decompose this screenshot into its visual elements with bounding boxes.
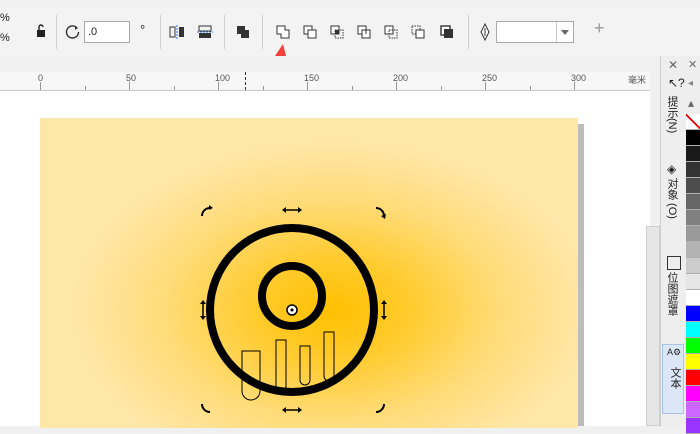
color-swatch[interactable]	[686, 146, 700, 162]
no-color-swatch[interactable]	[686, 114, 700, 130]
color-swatch[interactable]	[686, 354, 700, 370]
add-toolbar-item-button[interactable]: +	[594, 18, 605, 39]
color-swatch[interactable]	[686, 290, 700, 306]
page-shadow	[578, 124, 584, 426]
ruler-label: 50	[126, 73, 137, 83]
color-swatch[interactable]	[686, 242, 700, 258]
docker-tab-hints[interactable]: 提示(N)	[660, 96, 684, 146]
color-swatch[interactable]	[686, 178, 700, 194]
simplify-icon[interactable]	[353, 21, 375, 43]
back-minus-front-icon[interactable]	[407, 21, 429, 43]
color-swatch[interactable]	[686, 386, 700, 402]
boundary-icon[interactable]	[436, 21, 458, 43]
rotate-handle-bottom-left[interactable]	[201, 403, 211, 413]
weld-icon[interactable]	[272, 21, 294, 43]
docker-tab-bitmap-mask-label: 位图遮罩	[666, 272, 678, 316]
scale-x-percent: %	[0, 12, 10, 24]
color-swatch[interactable]	[686, 402, 700, 418]
property-bar: % % .0 ° +	[0, 8, 700, 57]
docker-tab-bitmap-mask[interactable]: 位图遮罩	[660, 272, 684, 332]
text-docker-icon: A⚙	[667, 347, 682, 357]
rotate-handle-top-right[interactable]	[375, 207, 386, 219]
rotate-handle-bottom-right[interactable]	[375, 403, 385, 413]
vertical-scrollbar[interactable]	[646, 226, 660, 426]
docker-tab-objects[interactable]: 对象 (O)	[660, 178, 684, 248]
color-swatch[interactable]	[686, 162, 700, 178]
mirror-vertical-icon[interactable]	[194, 21, 216, 43]
objects-icon: ◈	[667, 162, 677, 176]
chevron-down-icon	[556, 22, 573, 42]
close-icon[interactable]: ✕	[668, 58, 678, 72]
front-minus-back-icon[interactable]	[380, 21, 402, 43]
docker-tab-text[interactable]: A⚙ 文本	[662, 344, 684, 414]
color-swatch[interactable]	[686, 258, 700, 274]
palette-menu-icon[interactable]: ◂	[688, 78, 693, 89]
color-palette	[686, 114, 700, 434]
frame-icon	[667, 256, 681, 270]
trim-icon[interactable]	[299, 21, 321, 43]
help-icon[interactable]: ↖?	[668, 76, 685, 90]
color-swatch[interactable]	[686, 338, 700, 354]
scale-y-percent: %	[0, 32, 10, 44]
ruler-cursor-marker	[245, 72, 247, 90]
rotation-angle-input[interactable]: .0	[84, 21, 130, 43]
document-tab-bar	[0, 56, 660, 72]
skew-handle-bottom[interactable]	[282, 407, 302, 413]
ruler-unit: 毫米	[628, 75, 647, 85]
color-swatch[interactable]	[686, 418, 700, 434]
docker-tab-objects-label: 对象 (O)	[666, 178, 678, 219]
color-swatch[interactable]	[686, 274, 700, 290]
degree-symbol: °	[140, 22, 146, 37]
outline-pen-icon[interactable]	[474, 21, 496, 43]
inner-ring[interactable]	[258, 262, 326, 330]
docker-tab-text-label: 文本	[669, 367, 681, 389]
color-swatch[interactable]	[686, 322, 700, 338]
skew-handle-top[interactable]	[282, 207, 302, 213]
color-swatch[interactable]	[686, 306, 700, 322]
lock-ratio-icon[interactable]	[30, 20, 52, 42]
palette-scroll-up-icon[interactable]: ▴	[688, 96, 694, 110]
color-swatch[interactable]	[686, 210, 700, 226]
docker-tab-hints-label: 提示(N)	[666, 96, 678, 134]
skew-handle-left[interactable]	[200, 300, 206, 320]
combine-icon[interactable]	[232, 21, 254, 43]
horizontal-ruler: 0 50 100 150 200 250 300 毫米	[0, 72, 650, 91]
color-swatch[interactable]	[686, 370, 700, 386]
mirror-horizontal-icon[interactable]	[166, 21, 188, 43]
rotate-handle-top-left[interactable]	[201, 205, 213, 217]
selected-drawing[interactable]	[180, 196, 410, 426]
palette-close-icon[interactable]: ✕	[688, 58, 697, 71]
rotate-icon	[62, 21, 84, 43]
skew-handle-right[interactable]	[381, 300, 387, 320]
color-swatch[interactable]	[686, 226, 700, 242]
color-swatch[interactable]	[686, 130, 700, 146]
rotation-center-icon[interactable]	[286, 304, 298, 316]
color-swatch[interactable]	[686, 194, 700, 210]
outline-width-dropdown[interactable]	[496, 21, 574, 43]
intersect-icon[interactable]	[326, 21, 348, 43]
